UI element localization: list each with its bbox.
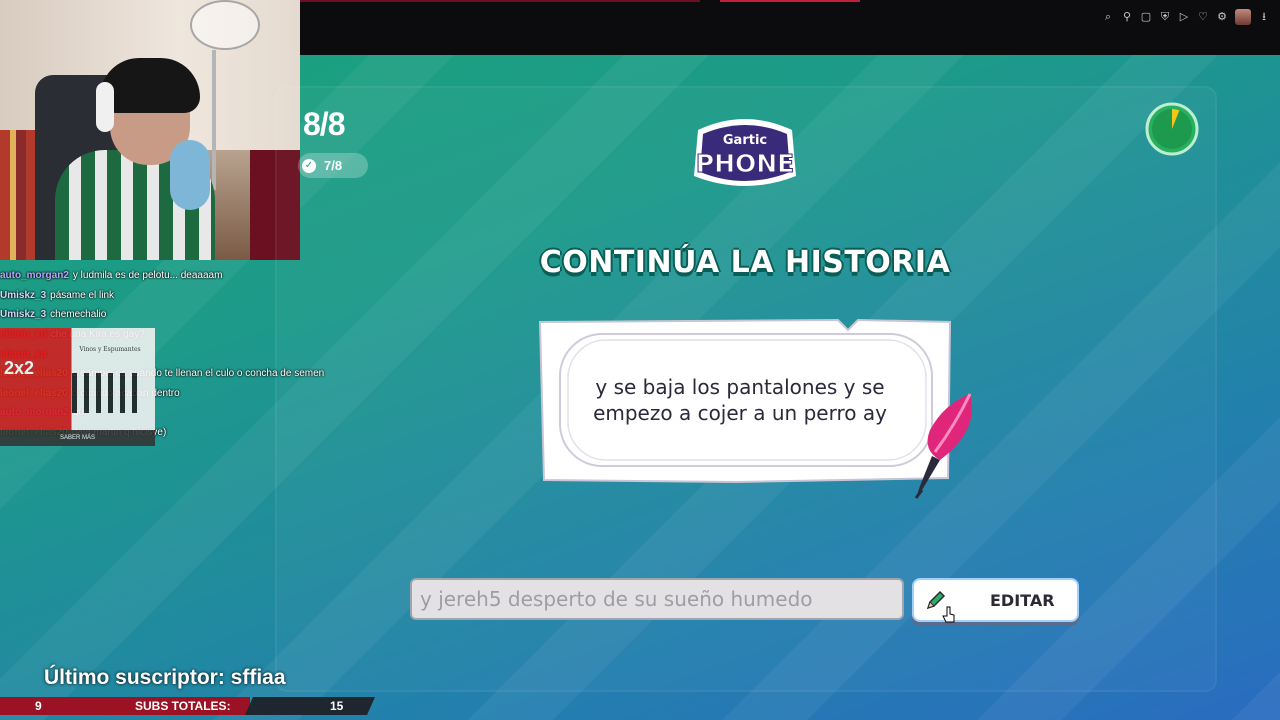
hand-cursor-icon (942, 606, 955, 623)
shield-icon[interactable]: ⛨ (1159, 11, 1171, 23)
subs-bar: 9 SUBS TOTALES: 15 (0, 697, 380, 715)
players-done-pill: ✓ 7/8 (298, 153, 368, 178)
microphone-image (170, 140, 210, 210)
chat-text: y ludmila es de pelotu... deaaaam (72, 270, 223, 282)
logo-top-text: Gartic (723, 133, 767, 148)
browser-toolbar: ⌕ ⚲ ▢ ⛨ ▷ ♡ ⚙ ⭳ (300, 0, 1280, 55)
headset-image (96, 82, 114, 132)
logo-bottom-text: PHONE (696, 149, 795, 178)
subs-left-value: 9 (35, 699, 42, 713)
gartic-phone-logo: Gartic PHONE (694, 119, 796, 186)
chat-text: pásame el link (50, 289, 115, 301)
fan-pole-image (212, 50, 216, 190)
pin-icon[interactable]: ⚲ (1121, 11, 1133, 23)
play-icon[interactable]: ▷ (1178, 11, 1190, 23)
zoom-icon[interactable]: ⌕ (1102, 11, 1114, 23)
chat-message: Umiskz_3 pásame el link (0, 286, 300, 306)
page-title: CONTINÚA LA HISTORIA (539, 245, 951, 280)
subs-bar-right (245, 697, 375, 715)
prompt-text: y se baja los pantalones y se empezo a c… (593, 375, 887, 425)
chat-username[interactable]: auto_morgan2 (0, 270, 69, 281)
toolbar-icons: ⌕ ⚲ ▢ ⛨ ▷ ♡ ⚙ ⭳ (1102, 9, 1270, 25)
timer-icon (1145, 102, 1199, 156)
players-done-count: 7/8 (324, 158, 343, 173)
last-subscriber: Último suscriptor: sffiaa (44, 666, 286, 689)
answer-input[interactable]: y jereh5 desperto de su sueño humedo (410, 578, 904, 620)
download-icon[interactable]: ⭳ (1258, 11, 1270, 23)
fan-image (190, 0, 260, 50)
extensions-icon[interactable]: ⚙ (1216, 11, 1228, 23)
stream-chat: auto_morgan2 y ludmila es de pelotu... de… (0, 266, 324, 446)
chat-message: auto_morgan2 y ludmila es de pelotu... de… (0, 266, 300, 286)
bottles-image (72, 373, 142, 413)
subs-right-value: 15 (330, 699, 344, 713)
profile-avatar[interactable] (1235, 9, 1251, 25)
progress-line-active (720, 0, 860, 2)
ad-promo: 2x2 (4, 358, 35, 378)
tab-icon[interactable]: ▢ (1140, 11, 1152, 23)
ad-title: Vinos y Espumantes (79, 346, 141, 353)
subs-total-label: SUBS TOTALES: (135, 699, 231, 713)
chat-username[interactable]: Umiskz_3 (0, 309, 46, 320)
edit-button[interactable]: EDITAR (912, 578, 1079, 622)
ad-banner[interactable]: Vinos y Espumantes 2x2 SABER MÁS (0, 328, 155, 446)
chat-message: Umiskz_3 chemechalio (0, 305, 300, 325)
quill-icon (914, 393, 972, 499)
edit-button-label: EDITAR (990, 590, 1055, 610)
chat-username[interactable]: Umiskz_3 (0, 290, 46, 301)
heart-icon[interactable]: ♡ (1197, 11, 1209, 23)
check-icon: ✓ (302, 158, 316, 173)
round-counter: 8/8 (303, 106, 345, 142)
streamer-hair-image (100, 58, 200, 113)
progress-line (300, 0, 700, 2)
webcam-feed (0, 0, 300, 260)
ad-cta-button[interactable]: SABER MÁS (0, 430, 155, 446)
chat-text: chemechalio (50, 309, 107, 321)
